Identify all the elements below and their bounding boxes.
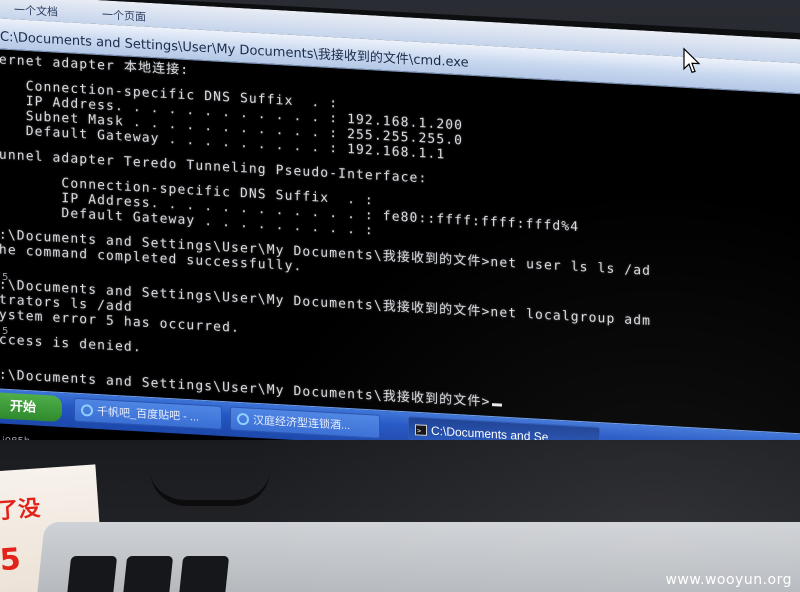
keyboard-key <box>122 556 174 592</box>
background-tab[interactable]: 一个页面 <box>102 6 146 24</box>
cable <box>150 470 270 506</box>
photo-scene: 一个文档 一个页面 C:\Documents and Settings\User… <box>0 0 800 592</box>
keyboard-key <box>178 556 230 592</box>
taskbar-item-label: 千帆吧_百度贴吧 - ... <box>97 405 200 424</box>
edge-label: 5 <box>2 272 9 283</box>
cmd-icon: > <box>415 424 427 436</box>
paper-text: 5 <box>0 541 22 579</box>
keyboard-key <box>66 556 118 592</box>
taskbar-item[interactable]: 汉庭经济型连锁酒... <box>230 406 380 439</box>
paper-text: 了没 <box>0 496 42 525</box>
taskbar-item[interactable]: 千帆吧_百度贴吧 - ... <box>74 397 222 430</box>
ie-icon <box>237 413 249 426</box>
mouse-cursor-icon <box>683 47 700 73</box>
svg-text:>: > <box>417 427 421 435</box>
text-cursor <box>492 403 503 407</box>
taskbar-item-label: 汉庭经济型连锁酒... <box>253 414 351 433</box>
watermark: www.wooyun.org <box>665 572 792 588</box>
background-tab[interactable]: 一个文档 <box>14 1 58 19</box>
edge-label: 5 <box>2 326 9 337</box>
ie-icon <box>81 404 93 417</box>
start-button[interactable]: 开始 <box>0 392 62 423</box>
